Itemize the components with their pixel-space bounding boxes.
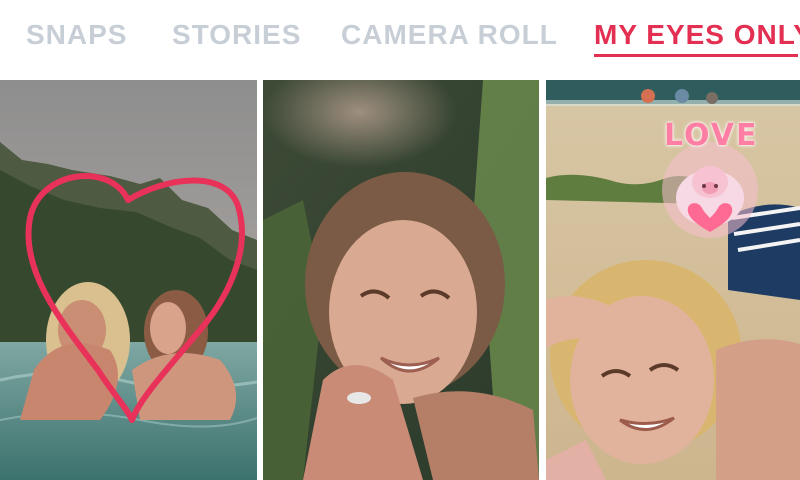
memory-tile-kiss[interactable] (0, 80, 257, 480)
tab-camera-roll[interactable]: CAMERA ROLL (341, 19, 558, 51)
memory-photo-waterfall (263, 80, 539, 480)
memory-tile-waterfall[interactable] (263, 80, 539, 480)
memory-photo-kiss (0, 80, 257, 480)
tab-stories[interactable]: STORIES (172, 19, 301, 51)
memories-screen: SNAPS STORIES CAMERA ROLL MY EYES ONLY L… (0, 0, 800, 480)
memories-grid: LOVE (0, 80, 800, 480)
active-tab-indicator (594, 54, 798, 57)
memory-tile-beach[interactable]: LOVE (546, 80, 800, 480)
tab-snaps[interactable]: SNAPS (26, 19, 127, 51)
sticker-text: LOVE (664, 118, 759, 153)
tab-my-eyes-only[interactable]: MY EYES ONLY (594, 19, 800, 51)
memories-tab-bar: SNAPS STORIES CAMERA ROLL MY EYES ONLY (0, 0, 800, 78)
